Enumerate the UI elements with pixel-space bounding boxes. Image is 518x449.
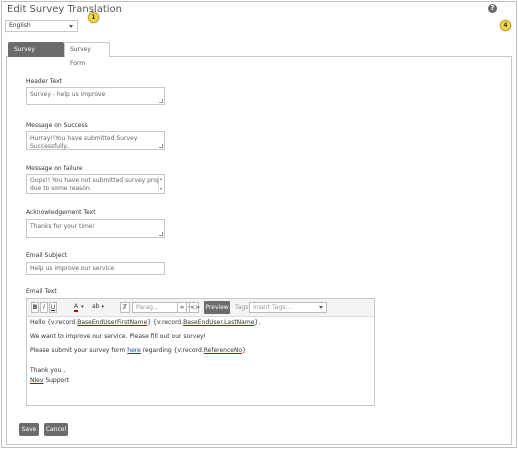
resize-handle-icon[interactable] [159, 232, 163, 236]
tab-survey-properties[interactable]: Survey Properties [8, 42, 64, 67]
editor-toolbar: B I U A ▾ ab ▾ T̸ Parag... ∞ <> Preview Ta… [27, 299, 374, 317]
chevron-down-icon [319, 306, 323, 309]
email-line-2: We want to improve our service. Please f… [30, 333, 206, 340]
email-subject-value: Help us improve our service [30, 265, 115, 272]
greeting-suffix: }, [254, 319, 261, 326]
signature-rest: Support [43, 377, 70, 384]
failure-message-label: Message on failure [26, 165, 83, 172]
highlight-button[interactable]: ab ▾ [92, 302, 107, 313]
success-message-field[interactable]: Hurray!!You have submitted Survey Succes… [26, 131, 165, 150]
acknowledgement-label: Acknowledgement Text [26, 209, 96, 216]
reference-no-tag: ReferenceNo [203, 347, 243, 354]
success-message-label: Message on Success [26, 122, 88, 129]
email-line-3: Please submit your survey form here rega… [30, 347, 371, 355]
email-subject-label: Email Subject [26, 252, 67, 259]
greeting-mid: } {v:record. [147, 319, 184, 326]
email-body-content[interactable]: Hello {v:record.BaseEndUserFirstName} {v… [27, 317, 374, 405]
help-icon[interactable]: ? [488, 4, 497, 13]
underline-button[interactable]: U [49, 302, 57, 313]
greeting-prefix: Hello {v:record. [30, 319, 78, 326]
failure-message-line1: Oops!! You have not submitted survey pro… [30, 177, 158, 184]
line3-mid: regarding {v:record. [140, 347, 204, 354]
acknowledgement-value: Thanks for your time! [30, 223, 95, 230]
scroll-up-icon[interactable] [160, 178, 162, 180]
chevron-down-icon [69, 25, 73, 28]
font-color-button[interactable]: A ▾ [74, 302, 89, 313]
header-text-value: Survey - help us improve [30, 91, 106, 98]
paragraph-placeholder: Parag... [136, 304, 159, 311]
email-greeting-line: Hello {v:record.BaseEndUserFirstName} {v… [30, 319, 371, 327]
email-subject-field[interactable]: Help us improve our service [26, 262, 165, 275]
failure-message-field[interactable]: Oops!! You have not submitted survey pro… [26, 174, 165, 194]
bold-button[interactable]: B [31, 302, 39, 313]
email-text-label: Email Text [26, 288, 57, 295]
here-link[interactable]: here [127, 347, 141, 354]
clear-format-button[interactable]: T̸ [120, 302, 130, 313]
highlight-icon: ab [92, 303, 100, 310]
email-text-editor: B I U A ▾ ab ▾ T̸ Parag... ∞ <> Preview Ta… [26, 298, 375, 406]
preview-button[interactable]: Preview [204, 301, 230, 314]
failure-message-line2: due to some reason. [30, 185, 92, 192]
resize-handle-icon[interactable] [159, 144, 163, 148]
callout-badge-1: 1 [88, 12, 99, 23]
resize-handle-icon[interactable] [159, 99, 163, 103]
chevron-down-icon: ▾ [101, 304, 105, 310]
italic-button[interactable]: I [40, 302, 48, 313]
header-text-label: Header Text [26, 78, 62, 85]
save-button[interactable]: Save [19, 423, 39, 436]
scroll-down-icon[interactable] [160, 188, 162, 190]
font-color-icon: A [74, 303, 79, 312]
callout-badge-4: 4 [500, 20, 511, 31]
line3-suffix: } [242, 347, 246, 354]
page-title: Edit Survey Translation [7, 4, 122, 15]
signature-name: Nlev [30, 377, 44, 384]
code-view-button[interactable]: <> [189, 302, 200, 313]
insert-tags-select[interactable]: Insert Tags... [249, 302, 327, 313]
chevron-down-icon: ▾ [81, 304, 84, 310]
link-button[interactable]: ∞ [177, 302, 187, 313]
language-selected-value: English [9, 22, 31, 29]
scrollbar[interactable] [158, 176, 163, 192]
tab-survey-form[interactable]: Survey Form [64, 42, 110, 67]
success-message-value: Hurray!!You have submitted Survey Succes… [30, 135, 138, 150]
cancel-button[interactable]: Cancel [44, 423, 68, 436]
language-select[interactable]: English [5, 20, 78, 32]
last-name-tag: BaseEndUser.LastName [183, 319, 255, 326]
insert-tags-placeholder: Insert Tags... [253, 304, 292, 311]
first-name-tag: BaseEndUserFirstName [77, 319, 148, 326]
header-text-field[interactable]: Survey - help us improve [26, 87, 165, 105]
email-signoff: Thank you , [30, 367, 66, 374]
line3-prefix: Please submit your survey form [30, 347, 128, 354]
acknowledgement-field[interactable]: Thanks for your time! [26, 219, 165, 238]
email-signature: Nlev Support [30, 377, 371, 385]
